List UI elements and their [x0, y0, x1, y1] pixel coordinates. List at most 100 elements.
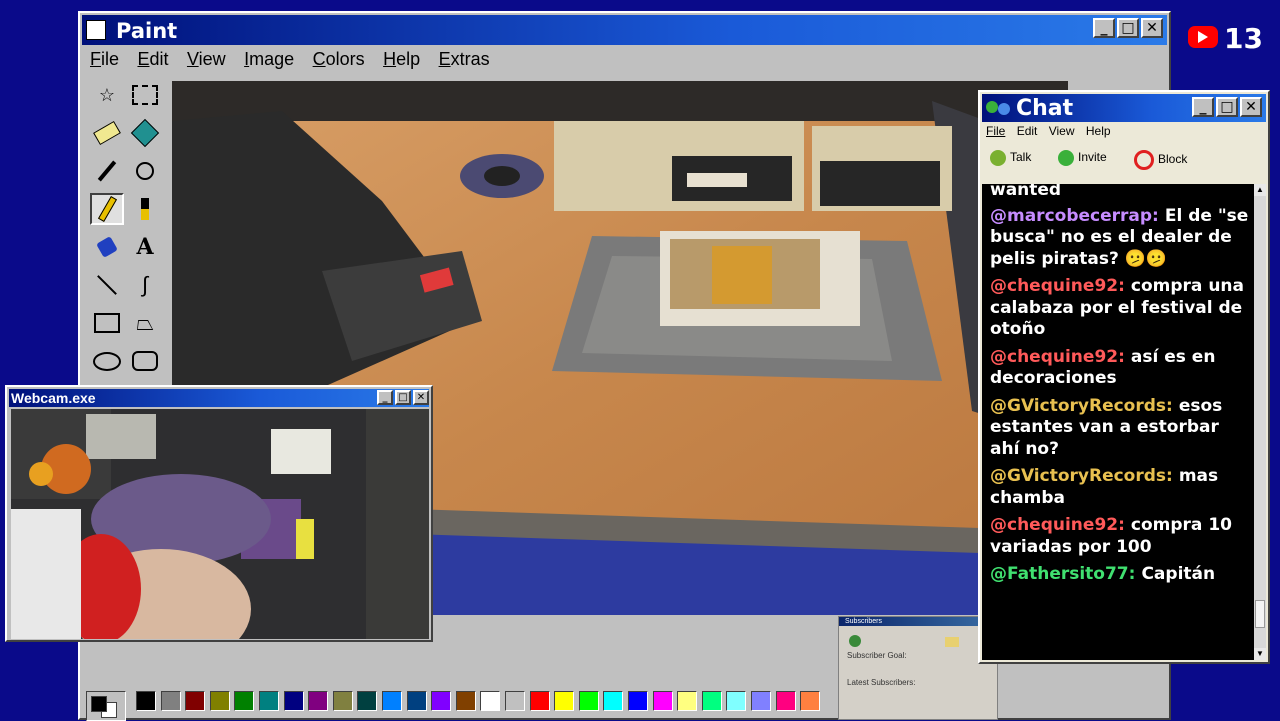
menu-help[interactable]: Help [383, 49, 420, 70]
chat-username[interactable]: @chequine92: [990, 347, 1125, 367]
palette-swatch[interactable] [185, 691, 206, 711]
palette-swatch[interactable] [578, 691, 599, 711]
chat-minimize-button[interactable]: _ [1192, 97, 1214, 117]
palette-swatch[interactable] [259, 691, 279, 711]
webcam-title: Webcam.exe [11, 390, 96, 406]
menu-colors[interactable]: Colors [313, 49, 365, 70]
menu-extras[interactable]: Extras [439, 49, 490, 70]
polygon-icon[interactable]: ⏢ [128, 307, 162, 339]
chat-username[interactable]: @chequine92: [990, 276, 1125, 296]
fill-bucket-icon[interactable] [128, 117, 162, 149]
palette-swatch[interactable] [308, 691, 329, 711]
invite-button[interactable]: Invite [1058, 150, 1107, 166]
chat-message: @GVictoryRecords: mas chamba [990, 466, 1252, 509]
toolbox: ☆ A ∫ ⏢ [86, 75, 170, 391]
chat-scrollbar[interactable]: ▲ ▼ [1254, 184, 1266, 660]
primary-color[interactable] [91, 696, 107, 712]
maximize-button[interactable]: □ [1117, 18, 1139, 38]
brush-icon[interactable] [128, 193, 162, 225]
palette-swatch[interactable] [652, 691, 673, 711]
chat-username[interactable]: @GVictoryRecords: [990, 396, 1173, 416]
chat-menu-help[interactable]: Help [1086, 124, 1111, 138]
menu-file[interactable]: File [90, 49, 119, 70]
minimize-button[interactable]: _ [1093, 18, 1115, 38]
palette-swatch[interactable] [628, 691, 648, 711]
chat-titlebar[interactable]: Chat _ □ ✕ [982, 94, 1266, 122]
talk-button[interactable]: Talk [990, 150, 1031, 166]
palette-swatch[interactable] [603, 691, 624, 711]
palette-swatch[interactable] [209, 691, 230, 711]
chat-window: Chat _ □ ✕ File Edit View Help Talk Invi… [978, 90, 1270, 664]
palette-swatch[interactable] [136, 691, 156, 711]
webcam-minimize-button[interactable]: _ [377, 390, 393, 405]
chat-title: Chat [1016, 96, 1074, 121]
chat-message: @marcobecerrap: El de "se busca" no es el… [990, 206, 1252, 271]
palette-swatch[interactable] [800, 691, 821, 711]
palette-swatch[interactable] [357, 691, 378, 711]
latest-subscribers-label: Latest Subscribers: [847, 678, 916, 687]
palette-swatch[interactable] [160, 691, 181, 711]
menu-edit[interactable]: Edit [137, 49, 168, 70]
chat-message-list: wanted @marcobecerrap: El de "se busca" n… [990, 184, 1252, 592]
palette-swatch[interactable] [554, 691, 575, 711]
palette-swatch[interactable] [529, 691, 550, 711]
scroll-thumb[interactable] [1255, 600, 1265, 628]
webcam-maximize-button[interactable]: □ [395, 390, 411, 405]
rect-select-icon[interactable] [128, 79, 162, 111]
chat-maximize-button[interactable]: □ [1216, 97, 1238, 117]
palette-swatch[interactable] [332, 691, 353, 711]
eraser-icon[interactable] [90, 117, 124, 149]
palette-swatch[interactable] [283, 691, 304, 711]
chat-menu-file[interactable]: File [986, 124, 1005, 138]
palette-swatch[interactable] [775, 691, 796, 711]
palette-swatch[interactable] [726, 691, 747, 711]
subscribers-title: Subscribers [845, 618, 882, 625]
curve-icon[interactable]: ∫ [128, 269, 162, 301]
palette-swatch[interactable] [234, 691, 255, 711]
airbrush-icon[interactable] [90, 231, 124, 263]
palette-swatch[interactable] [677, 691, 698, 711]
folder-icon [945, 637, 959, 647]
chat-message: @GVictoryRecords: esos estantes van a est… [990, 396, 1252, 461]
ellipse-icon[interactable] [90, 345, 124, 377]
paint-menubar: File Edit View Image Colors Help Extras [90, 49, 504, 75]
pencil-icon[interactable] [90, 193, 124, 225]
magnifier-icon[interactable] [128, 155, 162, 187]
webcam-titlebar[interactable]: Webcam.exe _ □ ✕ [9, 389, 429, 407]
chat-close-button[interactable]: ✕ [1240, 97, 1262, 117]
palette-swatch[interactable] [382, 691, 402, 711]
scroll-down-icon[interactable]: ▼ [1254, 648, 1266, 660]
chat-username[interactable]: @marcobecerrap: [990, 206, 1159, 226]
palette-swatch[interactable] [505, 691, 525, 711]
paint-titlebar[interactable]: Paint _ □ ✕ [82, 15, 1167, 45]
chat-message: @chequine92: compra 10 variadas por 100 [990, 515, 1252, 558]
chat-menubar: File Edit View Help [986, 124, 1111, 138]
palette-swatch[interactable] [751, 691, 771, 711]
palette-swatch[interactable] [455, 691, 476, 711]
block-button[interactable]: Block [1134, 150, 1187, 170]
menu-image[interactable]: Image [244, 49, 294, 70]
palette-swatch[interactable] [406, 691, 427, 711]
rounded-rect-icon[interactable] [128, 345, 162, 377]
text-icon[interactable]: A [128, 231, 162, 263]
scroll-up-icon[interactable]: ▲ [1254, 184, 1266, 196]
chat-username[interactable]: @chequine92: [990, 515, 1125, 535]
close-button[interactable]: ✕ [1141, 18, 1163, 38]
chat-username[interactable]: @GVictoryRecords: [990, 466, 1173, 486]
subscriber-badge: 13 [1188, 22, 1268, 55]
subscriber-count: 13 [1224, 22, 1263, 55]
chat-menu-view[interactable]: View [1049, 124, 1075, 138]
color-picker-icon[interactable] [90, 155, 124, 187]
subscribers-titlebar[interactable]: Subscribers [839, 617, 997, 626]
chat-menu-edit[interactable]: Edit [1017, 124, 1038, 138]
palette-swatch[interactable] [480, 691, 501, 711]
palette-swatch[interactable] [701, 691, 722, 711]
line-icon[interactable] [90, 269, 124, 301]
rectangle-icon[interactable] [90, 307, 124, 339]
free-select-icon[interactable]: ☆ [90, 79, 124, 111]
menu-view[interactable]: View [187, 49, 226, 70]
chat-username[interactable]: @Fathersito77: [990, 564, 1135, 584]
chat-input-mask [982, 618, 1256, 660]
palette-swatch[interactable] [431, 691, 452, 711]
webcam-close-button[interactable]: ✕ [413, 390, 429, 405]
